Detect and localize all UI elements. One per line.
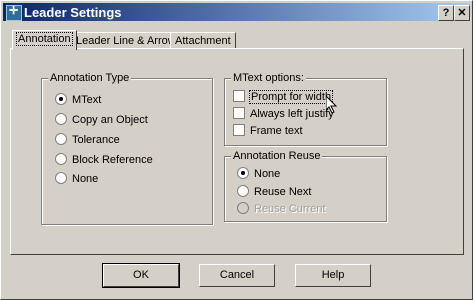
annotation-type-legend: Annotation Type (48, 72, 132, 84)
radio-icon (55, 153, 67, 165)
radio-copy-an-object[interactable]: Copy an Object (55, 113, 148, 127)
annotation-reuse-legend: Annotation Reuse (231, 150, 323, 162)
radio-checked-icon (237, 167, 249, 179)
radio-icon (55, 172, 67, 184)
checkbox-icon (233, 90, 245, 102)
mtext-options-legend: MText options: (231, 72, 306, 84)
checkbox-frame-text[interactable]: Frame text (233, 124, 303, 138)
tab-annotation-label: Annotation (16, 32, 73, 46)
radio-reuse-next[interactable]: Reuse Next (237, 185, 311, 199)
radio-checked-icon (55, 93, 67, 105)
annotation-tab-panel: Annotation Type MText Copy an Object Tol… (10, 48, 464, 255)
annotation-reuse-group: Annotation Reuse None Reuse Next Reuse C… (224, 150, 387, 222)
app-icon: ✛ (6, 5, 22, 21)
radio-reuse-none[interactable]: None (237, 167, 280, 181)
radio-block-reference[interactable]: Block Reference (55, 153, 153, 167)
help-button[interactable]: Help (295, 264, 371, 287)
title-bar[interactable]: ✛ Leader Settings ? ✕ (3, 3, 470, 21)
checkbox-icon (233, 107, 245, 119)
tab-annotation[interactable]: Annotation (12, 30, 77, 50)
tab-attachment[interactable]: Attachment (170, 32, 236, 49)
radio-none[interactable]: None (55, 172, 98, 186)
tab-leader-line-arrow[interactable]: Leader Line & Arrow (71, 32, 181, 49)
close-icon[interactable]: ✕ (454, 5, 470, 21)
radio-disabled-icon (237, 202, 249, 214)
mtext-options-group: MText options: Prompt for width Always l… (224, 72, 387, 146)
annotation-type-group: Annotation Type MText Copy an Object Tol… (41, 72, 213, 225)
cancel-button[interactable]: Cancel (199, 264, 275, 287)
radio-reuse-current: Reuse Current (237, 202, 326, 216)
radio-icon (237, 185, 249, 197)
radio-icon (55, 113, 67, 125)
tab-attachment-label: Attachment (175, 35, 231, 47)
tab-leader-line-arrow-label: Leader Line & Arrow (76, 35, 176, 47)
radio-mtext[interactable]: MText (55, 93, 101, 107)
checkbox-icon (233, 124, 245, 136)
help-icon[interactable]: ? (438, 5, 454, 21)
mouse-pointer-icon (326, 96, 338, 114)
checkbox-prompt-for-width[interactable]: Prompt for width (233, 90, 334, 104)
ok-button[interactable]: OK (102, 263, 180, 288)
radio-icon (55, 133, 67, 145)
dialog-title: Leader Settings (24, 5, 122, 20)
checkbox-always-left-justify[interactable]: Always left justify (233, 107, 334, 121)
radio-tolerance[interactable]: Tolerance (55, 133, 120, 147)
